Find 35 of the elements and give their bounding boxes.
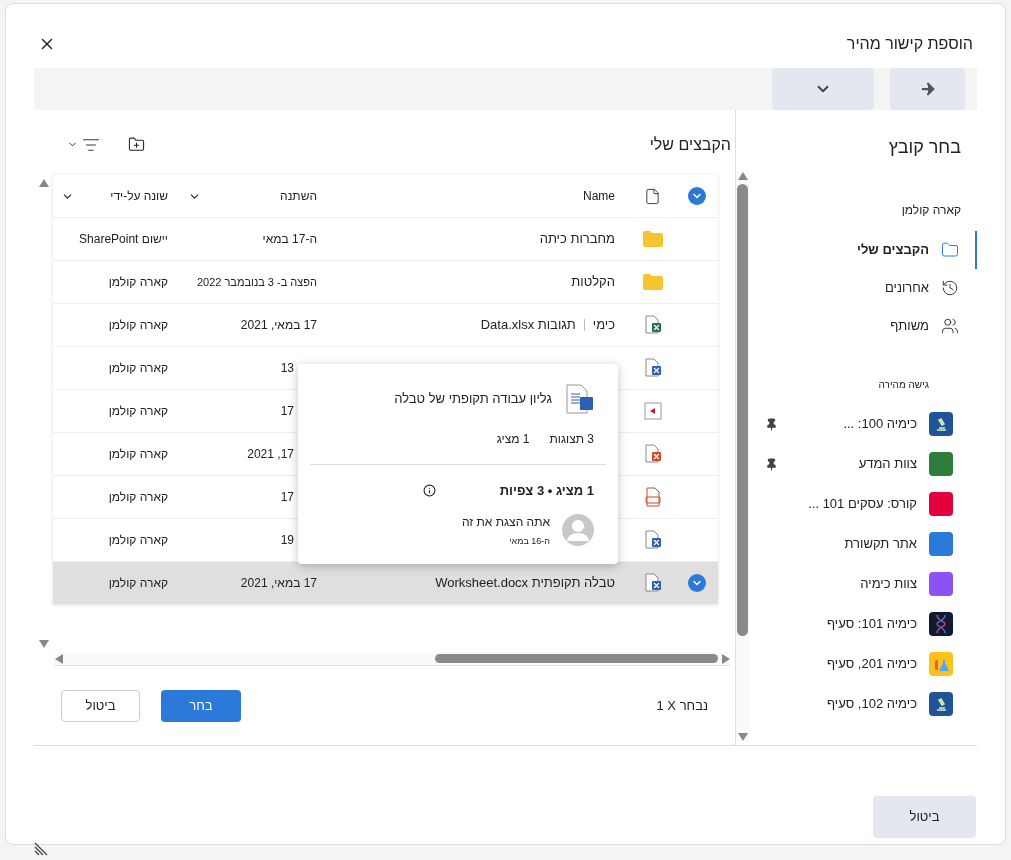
user-name: קארה קולמן	[900, 202, 961, 219]
modified-date: 17	[280, 490, 294, 505]
modified-date: 17	[280, 404, 294, 419]
viewers-count: 1 מציג	[496, 431, 530, 449]
views-count: 3 תצוגות	[549, 431, 594, 449]
modified-by: קארה קולמן	[108, 533, 168, 548]
activity-text: אתה הצגת את זה	[462, 513, 550, 531]
file-name: טבלה תקופתית Worksheet.docx	[435, 574, 615, 593]
modified-by: קארה קולמן	[108, 404, 168, 419]
dialog-title: הוספת קישור מהיר	[846, 34, 973, 54]
folder-title: הקבצים שלי	[649, 134, 731, 155]
modified-by: קארה קולמן	[108, 361, 168, 376]
popup-title: גליון עבודה תקופתי של טבלה	[394, 390, 552, 409]
modified-date: הפצה ב- 3 בנובמבר 2022	[196, 276, 317, 289]
modified-by: יישום SharePoint	[79, 232, 168, 247]
modified-date: 17 במאי, 2021	[240, 576, 317, 591]
modified-by: קארה קולמן	[108, 490, 168, 505]
activity-date: ה-16 במאי	[508, 534, 550, 548]
selection-count: 1 X נבחר	[656, 696, 708, 715]
modified-date: ה-17 במאי	[262, 232, 317, 247]
modified-date: 17 במאי, 2021	[240, 318, 317, 333]
file-name: תגובות Data.xlsx	[480, 316, 576, 335]
section-heading: גישה מהירה	[877, 378, 930, 392]
modified-date: 19	[280, 533, 294, 548]
modified-by: קארה קולמן	[108, 576, 168, 591]
modified-date: 17, 2021	[247, 447, 294, 462]
file-name: מחברות כיתה	[539, 230, 615, 249]
modified-by: קארה קולמן	[108, 447, 168, 462]
file-name: כימי	[592, 316, 615, 335]
modified-by: קארה קולמן	[108, 318, 168, 333]
modified-date: 13	[280, 361, 294, 376]
modified-by: קארה קולמן	[108, 275, 168, 290]
file-name: הקלטות	[571, 273, 615, 292]
view-summary: 1 מציג • 3 צפיות	[499, 482, 594, 501]
picker-title: בחר קובץ	[887, 136, 961, 159]
